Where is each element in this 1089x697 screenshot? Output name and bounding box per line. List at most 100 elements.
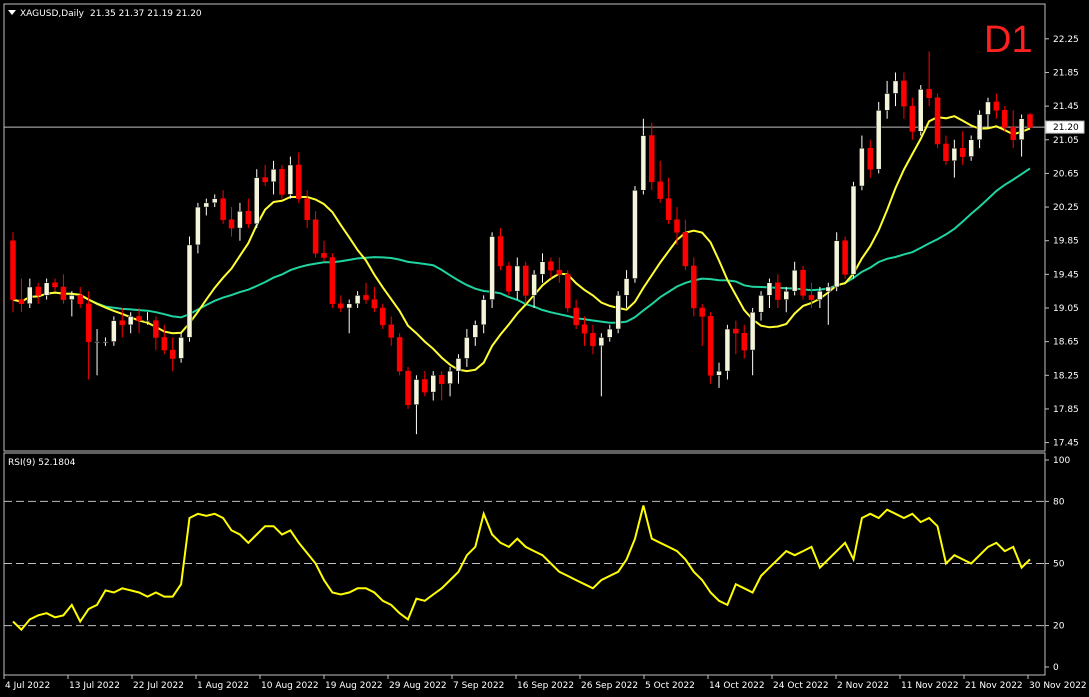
candle [522,261,529,304]
candle-body [716,370,722,376]
candle-body [380,307,386,326]
candle-body [27,286,33,305]
candle-body [102,341,109,343]
candle [94,329,100,376]
candle-body [472,324,479,338]
candle [699,303,705,346]
candle [665,177,672,224]
candle [892,72,899,107]
candle [178,333,184,363]
candle [531,270,537,308]
price-tick-label: 20.65 [1053,169,1079,179]
candle-body [556,269,563,275]
candle [371,286,378,313]
time-tick-label: 26 Sep 2022 [581,681,638,691]
rsi-panel: 100 80 50 20 0 RSI(9) 52.1804 [3,452,1070,676]
candle-body [312,219,319,254]
candle-body [993,101,1000,111]
candle-body [817,290,823,300]
candle [464,329,470,367]
candle-body [850,185,857,275]
candle-body [287,164,294,195]
collapse-triangle-icon[interactable] [8,10,16,15]
timeframe-label: D1 [984,19,1033,61]
candle [775,274,781,308]
candle-body [884,93,890,111]
candle [993,93,1000,119]
candle [833,232,840,292]
candle-body [237,211,243,229]
candle [548,257,554,279]
candle-body [598,337,605,347]
candle [707,312,714,384]
candle-body [917,89,924,132]
price-axis: 22.25 21.85 21.45 21.05 20.65 20.25 19.85 19.45… [1045,35,1079,449]
candle [321,240,327,262]
candle-body [934,97,941,145]
candle-body [422,379,428,393]
candle-body [699,307,705,317]
candle-body [489,236,495,300]
candle-body [607,328,613,338]
candle-body [220,198,226,220]
time-tick-label: 19 Aug 2022 [325,681,383,691]
candle [312,211,319,258]
candle [413,375,420,435]
candle-body [10,240,16,300]
time-tick-label: 10 Aug 2022 [261,681,319,691]
candle-body [43,282,50,296]
candle [329,253,336,308]
price-tick-label: 22.25 [1053,35,1079,45]
candle-body [18,299,25,305]
candle-body [85,303,92,342]
candle-body [262,177,268,183]
candle-body [1027,114,1033,128]
candle [18,278,25,313]
price-tick-label: 21.05 [1053,136,1079,146]
candle [968,135,974,161]
candle-body [388,324,394,338]
candle [615,291,621,334]
chart-canvas[interactable]: 22.25 21.85 21.45 21.05 20.65 20.25 19.85 19.45… [0,0,1089,697]
candle-body [161,337,168,351]
candle-body [825,286,832,292]
candle [203,198,210,216]
candle-body [976,114,983,141]
candle-body [186,244,193,338]
price-tick-label: 17.45 [1053,439,1079,449]
candle [623,270,630,308]
candle-body [169,349,176,359]
candle [102,337,109,346]
candle-body [144,320,151,322]
candle-body [640,135,647,191]
time-tick-label: 5 Oct 2022 [645,681,695,691]
candle-body [707,316,714,376]
ma-slow-line [12,167,1031,324]
candle [590,324,596,355]
candle-body [279,168,285,195]
candle-body [791,269,798,292]
candle [253,169,260,229]
candle-body [405,370,411,405]
candle-body [178,337,184,359]
candle [77,286,83,308]
candle-body [514,265,521,292]
candle [573,299,579,330]
candle-body [724,328,731,372]
candle-body [464,337,470,359]
candle-body [127,316,134,326]
candle-body [329,257,336,305]
price-tick-label: 21.45 [1053,102,1079,112]
candle [405,366,411,409]
candle [304,190,310,229]
candle-body [60,286,67,300]
candle [438,371,445,401]
candle [43,278,50,300]
candle-body [413,379,420,405]
candle-body [564,274,571,309]
ohlc-label: 21.35 21.37 21.19 21.20 [90,9,202,19]
candle [153,316,159,351]
candle [943,135,949,165]
candle-body [304,198,310,220]
candle-body [119,320,126,326]
